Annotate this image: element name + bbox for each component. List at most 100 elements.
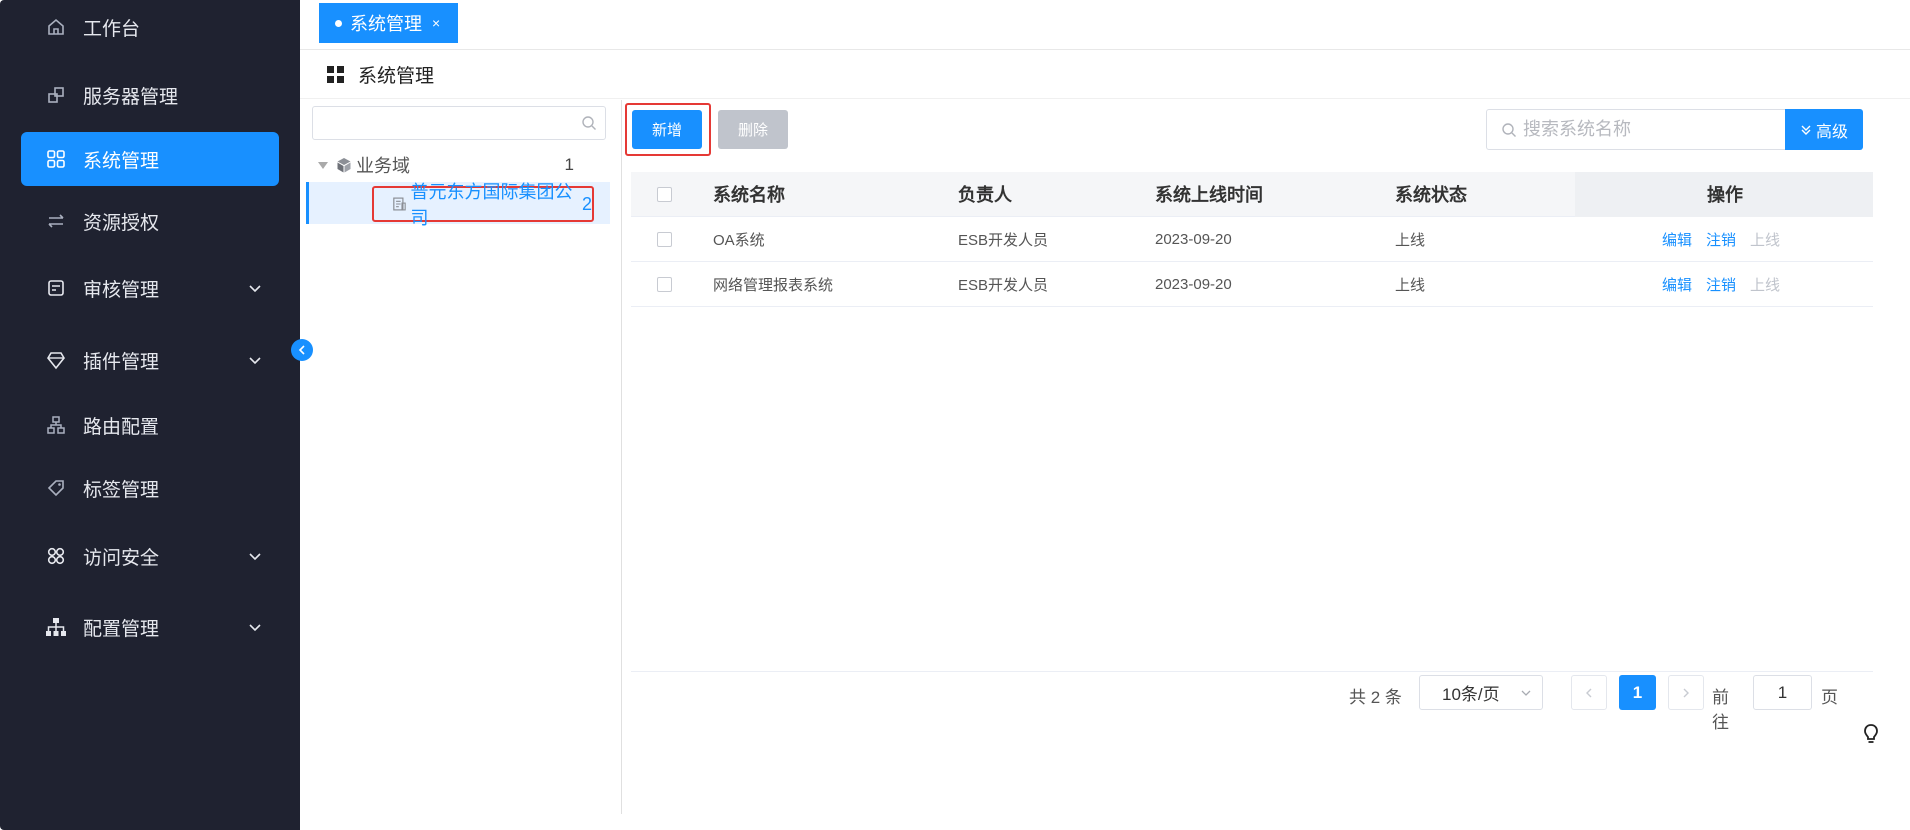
delete-button[interactable]: 删除 xyxy=(718,110,788,149)
sidebar-item-label: 审核管理 xyxy=(83,279,160,301)
date-cell: 2023-09-20 xyxy=(1155,275,1232,293)
tree-node-company[interactable]: 普元东方国际集团公司 2 xyxy=(372,182,594,228)
double-chevron-down-icon xyxy=(1801,125,1811,135)
sidebar-item-label: 插件管理 xyxy=(83,351,160,373)
caret-down-icon[interactable] xyxy=(318,161,328,169)
sidebar-item-access-security[interactable]: 访问安全 xyxy=(21,529,279,583)
close-icon[interactable]: × xyxy=(432,15,440,31)
page-header: 系统管理 xyxy=(300,51,1910,99)
column-header[interactable]: 系统上线时间 xyxy=(1155,172,1263,216)
sidebar-item-system[interactable]: 系统管理 xyxy=(21,132,279,186)
system-name-cell: OA系统 xyxy=(713,231,765,249)
sidebar-item-server[interactable]: 服务器管理 xyxy=(21,68,279,122)
chevron-left-icon xyxy=(298,345,305,355)
online-link-disabled: 上线 xyxy=(1750,276,1781,294)
column-header: 操作 xyxy=(1707,185,1743,205)
advanced-search-label: 高级 xyxy=(1815,123,1848,141)
column-header[interactable]: 系统状态 xyxy=(1395,172,1467,216)
sidebar-item-label: 系统管理 xyxy=(83,150,160,172)
tab-bar: 系统管理 × xyxy=(300,0,1910,50)
select-all-checkbox[interactable] xyxy=(657,186,672,202)
active-dot-icon xyxy=(335,19,342,27)
date-cell: 2023-09-20 xyxy=(1155,230,1232,248)
online-link-disabled: 上线 xyxy=(1750,231,1781,249)
tab-label: 系统管理 xyxy=(350,14,422,34)
tree-node-label: 业务域 xyxy=(356,156,410,176)
chevron-right-icon xyxy=(1683,688,1689,697)
swap-icon xyxy=(45,210,67,232)
home-icon xyxy=(45,16,67,38)
owner-cell: ESB开发人员 xyxy=(958,276,1049,294)
tree-search-input[interactable] xyxy=(312,106,606,140)
deregister-link[interactable]: 注销 xyxy=(1706,274,1736,295)
chevron-down-icon xyxy=(249,285,261,293)
app-root: 工作台 服务器管理 系统管理 资源授权 审核管理 插件管理 路由配置 标签管理 … xyxy=(0,0,1910,830)
column-header[interactable]: 系统名称 xyxy=(713,172,785,216)
row-checkbox[interactable] xyxy=(657,231,672,247)
chevron-down-icon xyxy=(249,624,261,632)
lightbulb-icon[interactable] xyxy=(1862,723,1880,745)
sidebar-item-label: 访问安全 xyxy=(83,547,160,569)
table-header: 系统名称 负责人 系统上线时间 系统状态 操作 xyxy=(631,172,1873,217)
sidebar-item-label: 路由配置 xyxy=(83,416,160,438)
chevron-left-icon xyxy=(1586,688,1592,697)
next-page-button[interactable] xyxy=(1668,675,1704,710)
edit-link[interactable]: 编辑 xyxy=(1662,229,1692,250)
row-checkbox[interactable] xyxy=(657,276,672,292)
tab-system-management[interactable]: 系统管理 × xyxy=(319,3,458,43)
grid-icon xyxy=(45,148,67,170)
chevron-down-icon xyxy=(249,357,261,365)
search-icon xyxy=(1502,122,1516,137)
tree-node-count: 1 xyxy=(564,155,574,174)
sidebar-collapse-button[interactable] xyxy=(291,339,313,361)
divider xyxy=(631,671,1873,672)
audit-icon xyxy=(45,277,67,299)
actions-cell: 编辑 注销 上线 xyxy=(1662,262,1780,306)
owner-cell: ESB开发人员 xyxy=(958,231,1049,249)
system-search-input[interactable] xyxy=(1523,119,1773,140)
sidebar-item-plugins[interactable]: 插件管理 xyxy=(21,333,279,387)
server-icon xyxy=(45,84,67,106)
status-cell: 上线 xyxy=(1395,276,1426,294)
sidebar-item-resource-auth[interactable]: 资源授权 xyxy=(21,194,279,248)
tree-node-count: 2 xyxy=(581,193,592,214)
systems-table: 系统名称 负责人 系统上线时间 系统状态 操作 OA系统 ESB开发人员 202… xyxy=(631,172,1873,307)
sidebar-item-label: 服务器管理 xyxy=(83,86,179,108)
prev-page-button[interactable] xyxy=(1571,675,1607,710)
column-header[interactable]: 负责人 xyxy=(958,172,1012,216)
chevron-down-icon xyxy=(249,553,261,561)
security-icon xyxy=(45,545,67,567)
table-row[interactable]: 网络管理报表系统 ESB开发人员 2023-09-20 上线 编辑 注销 上线 xyxy=(631,262,1873,307)
sidebar-item-audit[interactable]: 审核管理 xyxy=(21,261,279,315)
page-title: 系统管理 xyxy=(358,66,435,87)
sidebar-item-tags[interactable]: 标签管理 xyxy=(21,461,279,515)
status-cell: 上线 xyxy=(1395,231,1426,249)
hierarchy-icon xyxy=(45,616,67,638)
system-search-field[interactable] xyxy=(1486,109,1786,150)
select-all-cell xyxy=(657,172,672,216)
tree-node-label: 普元东方国际集团公司 xyxy=(410,182,573,228)
page-number-button[interactable]: 1 xyxy=(1619,675,1656,710)
add-button[interactable]: 新增 xyxy=(632,110,702,149)
apps-icon xyxy=(327,66,344,83)
system-name-cell: 网络管理报表系统 xyxy=(713,276,834,294)
advanced-search-button[interactable]: 高级 xyxy=(1785,109,1863,150)
page-size-select[interactable]: 10条/页 xyxy=(1419,675,1543,710)
sidebar-item-label: 配置管理 xyxy=(83,618,160,640)
chevron-down-icon xyxy=(1521,690,1531,696)
deregister-link[interactable]: 注销 xyxy=(1706,229,1736,250)
tag-icon xyxy=(45,477,67,499)
pagination-total: 共 2 条 xyxy=(1349,688,1402,707)
goto-page-input[interactable]: 1 xyxy=(1753,675,1812,710)
edit-link[interactable]: 编辑 xyxy=(1662,274,1692,295)
diamond-icon xyxy=(45,349,67,371)
page-unit-label: 页 xyxy=(1821,688,1838,707)
page-size-value: 10条/页 xyxy=(1442,685,1500,704)
document-icon xyxy=(393,197,406,211)
table-row[interactable]: OA系统 ESB开发人员 2023-09-20 上线 编辑 注销 上线 xyxy=(631,217,1873,262)
sidebar-item-config[interactable]: 配置管理 xyxy=(21,600,279,654)
sidebar-item-workbench[interactable]: 工作台 xyxy=(21,0,279,54)
sidebar-item-routing[interactable]: 路由配置 xyxy=(21,398,279,452)
goto-label: 前往 xyxy=(1712,688,1729,732)
sidebar: 工作台 服务器管理 系统管理 资源授权 审核管理 插件管理 路由配置 标签管理 … xyxy=(0,0,300,830)
